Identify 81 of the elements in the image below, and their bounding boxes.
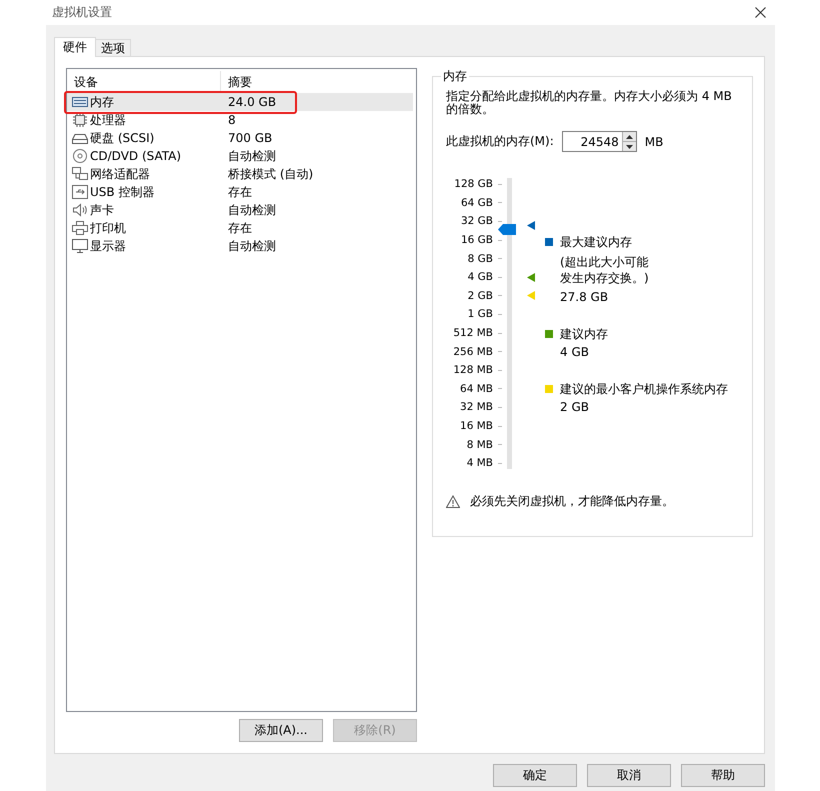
tick-label: 4 GB — [468, 271, 493, 284]
number-field[interactable]: 24548 — [562, 132, 622, 151]
tab[interactable]: 硬件 — [54, 37, 96, 57]
legend-label: 建议的最小客户机操作系统内存 — [560, 381, 728, 398]
printer-icon — [72, 221, 88, 235]
legend-label: 最大建议内存 — [560, 234, 632, 251]
device-row[interactable]: 声卡 自动检测 — [67, 201, 413, 219]
device-name: CD/DVD (SATA) — [90, 149, 182, 163]
device-name: 声卡 — [90, 202, 114, 218]
tick-label: 2 GB — [468, 290, 493, 302]
legend-value: 27.8 GB — [559, 289, 610, 306]
monitor-icon — [72, 239, 88, 253]
up-arrow-icon — [626, 134, 633, 138]
action-button[interactable]: 添加(A)... — [239, 719, 323, 742]
device-row[interactable]: 硬盘 (SCSI) 700 GB — [67, 129, 413, 147]
disc-icon — [72, 149, 88, 163]
speaker-icon — [72, 203, 88, 217]
device-row[interactable]: 显示器 自动检测 — [67, 237, 413, 255]
device-summary: 存在 — [227, 184, 252, 200]
down-arrow-icon — [626, 144, 633, 148]
usb-icon — [72, 185, 88, 199]
dialog-button[interactable]: 取消 — [587, 764, 671, 787]
device-row[interactable]: CD/DVD (SATA) 自动检测 — [67, 147, 413, 165]
spin-box[interactable]: 24548 — [562, 131, 637, 152]
device-summary: 存在 — [227, 220, 252, 236]
tick-label: 32 MB — [460, 401, 493, 414]
spin-buttons[interactable] — [622, 132, 636, 151]
device-row[interactable]: 内存 24.0 GB — [67, 93, 413, 111]
tab[interactable]: 选项 — [95, 39, 131, 56]
tick-label: 8 MB — [466, 438, 493, 451]
tick-label: 128 GB — [454, 178, 493, 190]
close-icon[interactable] — [755, 7, 766, 18]
device-name: 打印机 — [90, 220, 126, 236]
device-name: 处理器 — [90, 112, 126, 128]
tick-label: 256 MB — [453, 346, 493, 358]
device-summary: 24.0 GB — [227, 95, 276, 109]
device-summary: 自动检测 — [227, 238, 276, 254]
column-header: 设备 — [74, 74, 98, 90]
legend-label: 建议内存 — [560, 326, 608, 343]
tick-label: 16 GB — [460, 234, 493, 246]
column-header: 摘要 — [228, 74, 252, 88]
dialog-button[interactable]: 确定 — [493, 764, 577, 787]
tick-label: 128 MB — [453, 364, 493, 376]
device-row[interactable]: 网络适配器 桥接模式 (自动) — [67, 165, 413, 183]
device-name: 网络适配器 — [90, 166, 150, 182]
device-summary: 桥接模式 (自动) — [227, 166, 314, 182]
device-summary: 自动检测 — [227, 202, 276, 218]
device-name: USB 控制器 — [90, 184, 154, 200]
chip-icon — [72, 113, 88, 127]
tick-label: 8 GB — [468, 252, 493, 265]
device-name: 内存 — [90, 94, 114, 110]
legend-value: 4 GB — [559, 344, 590, 361]
memory-module-icon — [72, 95, 88, 109]
device-row[interactable]: USB 控制器 存在 — [67, 183, 413, 201]
legend-value: 2 GB — [559, 399, 590, 416]
tick-label: 1 GB — [468, 308, 493, 320]
unit-label: MB — [644, 134, 664, 148]
field-label: 此虚拟机的内存(M): — [446, 133, 554, 150]
device-summary: 自动检测 — [227, 148, 276, 164]
tick-label: 512 MB — [453, 327, 493, 340]
window-title: 虚拟机设置 — [52, 4, 112, 21]
dialog-button[interactable]: 帮助 — [681, 764, 765, 787]
device-name: 硬盘 (SCSI) — [90, 130, 154, 146]
slider-thumb[interactable] — [498, 224, 516, 235]
warning-icon — [446, 494, 460, 508]
network-icon — [72, 167, 88, 181]
tick-label: 64 GB — [460, 196, 493, 209]
tick-label: 32 GB — [460, 215, 493, 228]
description-text: 指定分配给此虚拟机的内存量。内存大小必须为 4 MB 的倍数。 — [446, 90, 733, 116]
tick-label: 16 MB — [460, 420, 493, 432]
device-summary: 700 GB — [227, 131, 272, 145]
tick-label: 64 MB — [460, 382, 493, 395]
device-name: 显示器 — [90, 238, 126, 254]
tick-label: 4 MB — [466, 457, 493, 470]
legend-note: (超出此大小可能 — [560, 254, 650, 270]
device-summary: 8 — [227, 113, 236, 127]
device-row[interactable]: 打印机 存在 — [67, 219, 413, 237]
legend-note: 发生内存交换。) — [560, 270, 650, 286]
device-row[interactable]: 处理器 8 — [67, 111, 413, 129]
warning-text: 必须先关闭虚拟机，才能降低内存量。 — [470, 492, 674, 510]
marker-triangle-icon — [527, 220, 535, 230]
